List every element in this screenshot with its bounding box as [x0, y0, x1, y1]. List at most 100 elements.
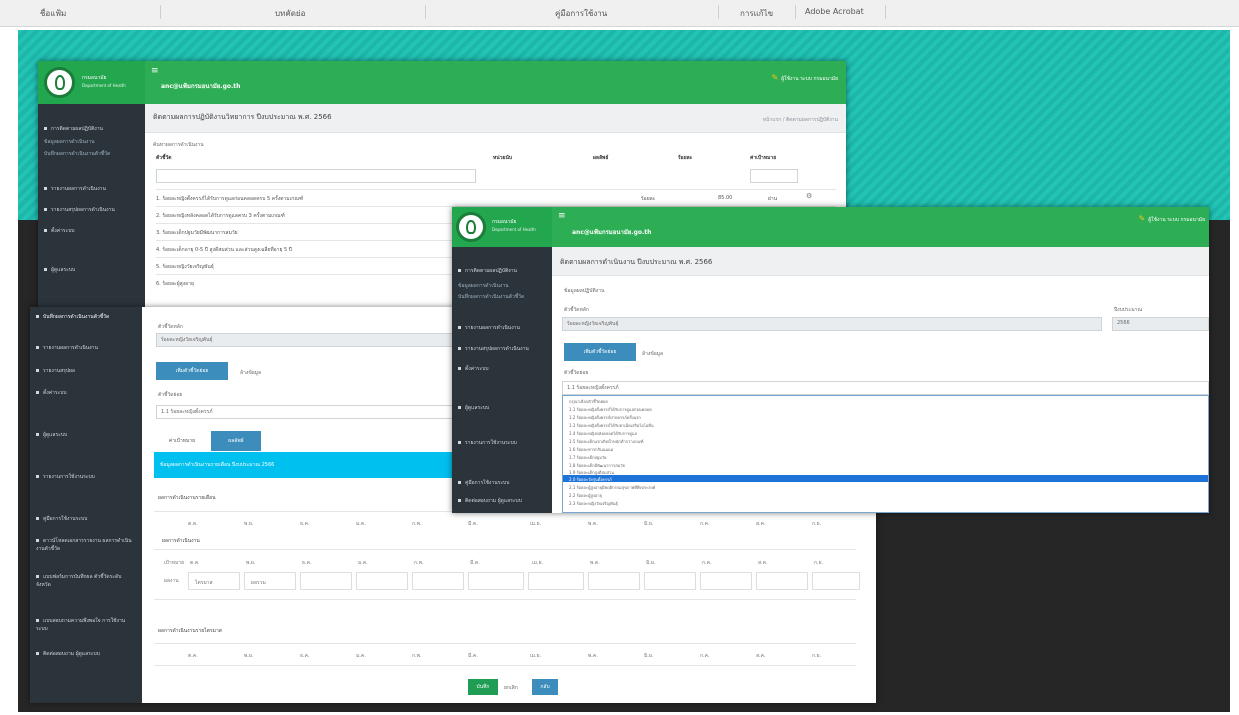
table-row[interactable]: 3. ร้อยละเด็กปฐมวัยมีพัฒนาการสมวัย: [156, 229, 238, 237]
sidebar-item[interactable]: แบบสอบถามความพึงพอใจ การใช้งานระบบ: [36, 617, 136, 633]
sidebar-item[interactable]: รายงานการใช้งานระบบ: [36, 473, 95, 481]
cancel-button[interactable]: ยกเลิก: [504, 684, 518, 692]
sidebar-item[interactable]: รายงานผลการดำเนินงาน ‹: [36, 344, 98, 352]
ribbon-item[interactable]: คู่มือการใช้งาน: [555, 7, 607, 20]
list-item[interactable]: 1.2 ร้อยละหญิงตั้งครรภ์ฝากครรภ์ครั้งแรก: [569, 414, 641, 421]
list-item[interactable]: 1.1 ร้อยละหญิงตั้งครรภ์ได้รับการดูแลก่อน…: [569, 406, 652, 413]
sidebar-item[interactable]: คู่มือการใช้งานระบบ: [36, 515, 87, 523]
sidebar-item[interactable]: ตั้งค่าระบบ: [44, 227, 75, 235]
ribbon-item[interactable]: Adobe Acrobat: [805, 7, 864, 16]
list-item[interactable]: 1.6 ร้อยละทารกกินนมแม่: [569, 446, 613, 453]
menu-toggle-icon[interactable]: ≡: [558, 211, 566, 221]
page-title: ติดตามผลการดำเนินงาน ปีงบประมาณ พ.ศ. 256…: [560, 258, 713, 266]
column-header[interactable]: ค่าเป้าหมาย: [750, 154, 776, 162]
health-logo-icon: [456, 212, 486, 242]
sidebar-item[interactable]: แบบฟอร์มการบันทึกผล ตัวชี้วัดระดับจังหวั…: [36, 573, 136, 589]
add-subindicator-button[interactable]: เพิ่มตัวชี้วัดย่อย: [564, 343, 636, 361]
sidebar-item[interactable]: ผู้ดูแลระบบ: [36, 431, 67, 439]
month-header: ส.ค.: [756, 653, 766, 659]
list-item[interactable]: 1.7 ร้อยละเด็กปฐมวัย: [569, 454, 607, 461]
sidebar-item[interactable]: การติดตามผลปฏิบัติงาน ‹: [458, 267, 517, 275]
column-header[interactable]: ร้อยละ: [678, 154, 692, 162]
sidebar-item[interactable]: รายงานการใช้งานระบบ: [458, 439, 517, 447]
form-title: ข้อมูลผลปฏิบัติงาน: [564, 288, 605, 294]
menu-toggle-icon[interactable]: ≡: [151, 66, 159, 76]
clear-link[interactable]: ล้างข้อมูล: [240, 369, 261, 377]
row-label: เป้าหมาย: [164, 560, 185, 566]
user-menu[interactable]: ✎ ผู้ใช้งาน ระบบ กรมอนามัย: [1139, 214, 1206, 224]
clear-link[interactable]: ล้างข้อมูล: [642, 350, 663, 358]
table-row[interactable]: 5. ร้อยละหญิงวัยเจริญพันธุ์: [156, 263, 214, 271]
column-header[interactable]: ผลลัพธ์: [593, 154, 608, 162]
column-header[interactable]: หน่วยนับ: [493, 154, 512, 162]
value-input[interactable]: [644, 572, 696, 590]
breadcrumb[interactable]: หน้าแรก / ติดตามผลการปฏิบัติงาน: [763, 116, 838, 124]
filter-select[interactable]: [750, 169, 798, 183]
ribbon-item[interactable]: การแก้ไข: [740, 7, 773, 20]
table-row[interactable]: 6. ร้อยละผู้สูงอายุ: [156, 280, 194, 288]
gear-icon[interactable]: ⚙: [806, 192, 812, 200]
fiscal-year-field[interactable]: 2566: [1112, 317, 1209, 331]
user-menu[interactable]: ✎ ผู้ใช้งาน ระบบ กรมอนามัย: [772, 73, 839, 83]
back-button[interactable]: กลับ: [532, 679, 558, 695]
sidebar-item-active[interactable]: บันทึกผลการดำเนินงานตัวชี้วัด: [36, 313, 109, 321]
sidebar-item[interactable]: รายงานผลการดำเนินงาน: [458, 324, 520, 332]
sub-indicator-label: ตัวชี้วัดย่อย: [564, 370, 589, 376]
sub-indicator-select[interactable]: 1.1 ร้อยละหญิงตั้งครรภ์: [156, 405, 476, 419]
list-item[interactable]: 1.9 ร้อยละเด็กสูงดีสมส่วน: [569, 469, 614, 476]
sub-indicator-options-list[interactable]: กรุณาเลือกตัวชี้วัดย่อย 1.1 ร้อยละหญิงตั…: [562, 395, 1209, 513]
sidebar-item[interactable]: คู่มือการใช้งานระบบ: [458, 479, 509, 487]
sidebar-item[interactable]: ติดต่อสอบถาม ผู้ดูแลระบบ: [458, 497, 522, 505]
list-item[interactable]: กรุณาเลือกตัวชี้วัดย่อย: [569, 398, 608, 405]
sidebar-item[interactable]: รายงานสรุปผล: [36, 367, 75, 375]
value-input[interactable]: [700, 572, 752, 590]
sidebar-item[interactable]: ติดต่อสอบถาม ผู้ดูแลระบบ: [36, 650, 136, 658]
sidebar-item[interactable]: การติดตามผลปฏิบัติงาน: [44, 125, 103, 133]
add-subindicator-button[interactable]: เพิ่มตัวชี้วัดย่อย: [156, 362, 228, 380]
sidebar-item[interactable]: รายงานผลการดำเนินงาน: [44, 185, 106, 193]
value-input[interactable]: [812, 572, 860, 590]
sidebar-item[interactable]: ตั้งค่าระบบ: [458, 365, 489, 373]
sidebar-item[interactable]: ผู้ดูแลระบบ: [458, 404, 489, 412]
document-ribbon: ชื่อแฟ้ม บทคัดย่อ คู่มือการใช้งาน การแก้…: [0, 0, 1239, 27]
list-item-selected[interactable]: 2.0 ร้อยละวัยรุ่นตั้งครรภ์: [569, 476, 612, 483]
list-item[interactable]: 2.2 ร้อยละผู้สูงอายุ: [569, 492, 602, 499]
sidebar-item[interactable]: ตั้งค่าระบบ: [36, 389, 67, 397]
value-input[interactable]: [528, 572, 584, 590]
sidebar-item[interactable]: รายงานสรุปผลการดำเนินงาน: [458, 345, 529, 353]
tab-result[interactable]: ผลลัพธ์: [211, 431, 261, 451]
sidebar-item[interactable]: ดาวน์โหลดเอกสารรายงาน ผลการดำเนินงานตัวช…: [36, 537, 136, 553]
section-title: ผลการดำเนินงานรายไตรมาส: [158, 628, 222, 634]
table-row[interactable]: 4. ร้อยละเด็กอายุ 0-5 ปี สูงดีสมส่วน และ…: [156, 246, 292, 254]
sidebar-item[interactable]: ผู้ดูแลระบบ: [44, 266, 75, 274]
tab-target[interactable]: ค่าเป้าหมาย: [156, 431, 208, 451]
value-input[interactable]: [356, 572, 408, 590]
sub-indicator-select[interactable]: 1.1 ร้อยละหญิงตั้งครรภ์: [562, 381, 1209, 395]
list-item[interactable]: 2.3 ร้อยละหญิงวัยเจริญพันธุ์: [569, 500, 618, 507]
sidebar-subitem[interactable]: ข้อมูลผลการดำเนินงาน: [44, 138, 95, 146]
value-input[interactable]: [300, 572, 352, 590]
value-input[interactable]: [588, 572, 640, 590]
sidebar-subitem[interactable]: บันทึกผลการดำเนินงานตัวชี้วัด: [458, 293, 524, 301]
value-input[interactable]: [756, 572, 808, 590]
window-dropdown-detail: กรมอนามัย Department of Health ≡ anc@แฟ้…: [452, 207, 1209, 513]
column-header[interactable]: ตัวชี้วัด: [156, 154, 172, 162]
ribbon-item[interactable]: บทคัดย่อ: [275, 7, 305, 20]
sidebar-subitem[interactable]: ข้อมูลผลการดำเนินงาน: [458, 282, 509, 290]
list-item[interactable]: 1.8 ร้อยละเด็กมีพัฒนาการสมวัย: [569, 462, 625, 469]
save-button[interactable]: บันทึก: [468, 679, 498, 695]
indicator-field[interactable]: ร้อยละหญิงวัยเจริญพันธุ์: [562, 317, 1102, 331]
ribbon-item[interactable]: ชื่อแฟ้ม: [40, 7, 66, 20]
table-row[interactable]: 1. ร้อยละหญิงตั้งครรภ์ได้รับการดูแลก่อนค…: [156, 195, 303, 203]
indicator-field[interactable]: ร้อยละหญิงวัยเจริญพันธุ์: [156, 333, 476, 347]
list-item[interactable]: 1.4 ร้อยละหญิงหลังคลอดได้รับการดูแล: [569, 430, 637, 437]
sidebar-subitem[interactable]: บันทึกผลการดำเนินงานตัวชี้วัด: [44, 150, 110, 158]
list-item[interactable]: 1.3 ร้อยละหญิงตั้งครรภ์ได้รับยาเม็ดเสริม…: [569, 422, 654, 429]
sidebar-item[interactable]: รายงานสรุปผลการดำเนินงาน: [44, 206, 115, 214]
table-row[interactable]: 2. ร้อยละหญิงหลังคลอดได้รับการดูแลครบ 3 …: [156, 212, 285, 220]
value-input[interactable]: [468, 572, 524, 590]
search-input[interactable]: [156, 169, 476, 183]
list-item[interactable]: 2.1 ร้อยละผู้สูงอายุมีพฤติกรรมสุขภาพที่พ…: [569, 484, 655, 491]
value-input[interactable]: [412, 572, 464, 590]
list-item[interactable]: 1.5 ร้อยละเด็กแรกเกิดน้ำหนักต่ำกว่าเกณฑ์: [569, 438, 643, 445]
